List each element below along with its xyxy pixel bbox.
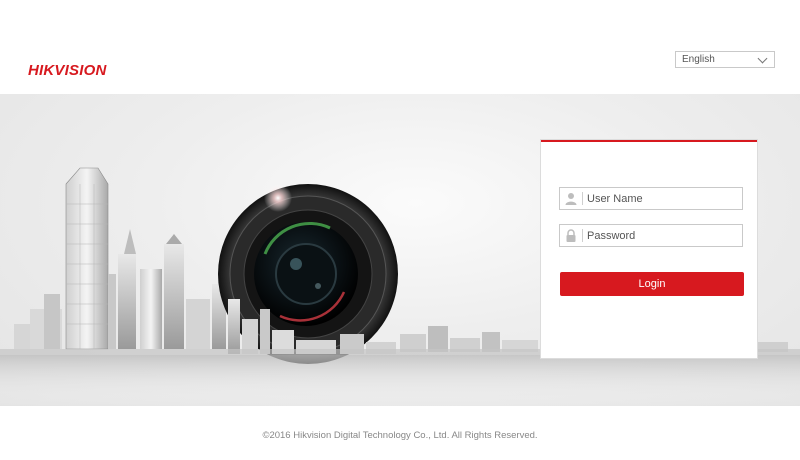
login-panel: Login — [541, 140, 757, 358]
username-field[interactable] — [559, 187, 743, 210]
copyright-footer: ©2016 Hikvision Digital Technology Co., … — [262, 430, 538, 441]
password-field[interactable] — [559, 224, 743, 247]
chevron-down-icon — [757, 53, 768, 64]
hikvision-logo: HIKVISION — [28, 62, 107, 79]
lock-icon — [566, 229, 576, 242]
user-icon — [565, 193, 577, 205]
login-button[interactable]: Login — [560, 272, 744, 296]
username-input[interactable] — [587, 189, 737, 208]
field-separator — [582, 192, 583, 205]
header: HIKVISION English — [0, 0, 800, 94]
language-select[interactable]: English — [675, 51, 775, 68]
password-input[interactable] — [587, 226, 737, 245]
language-selected: English — [682, 54, 715, 65]
field-separator — [582, 229, 583, 242]
